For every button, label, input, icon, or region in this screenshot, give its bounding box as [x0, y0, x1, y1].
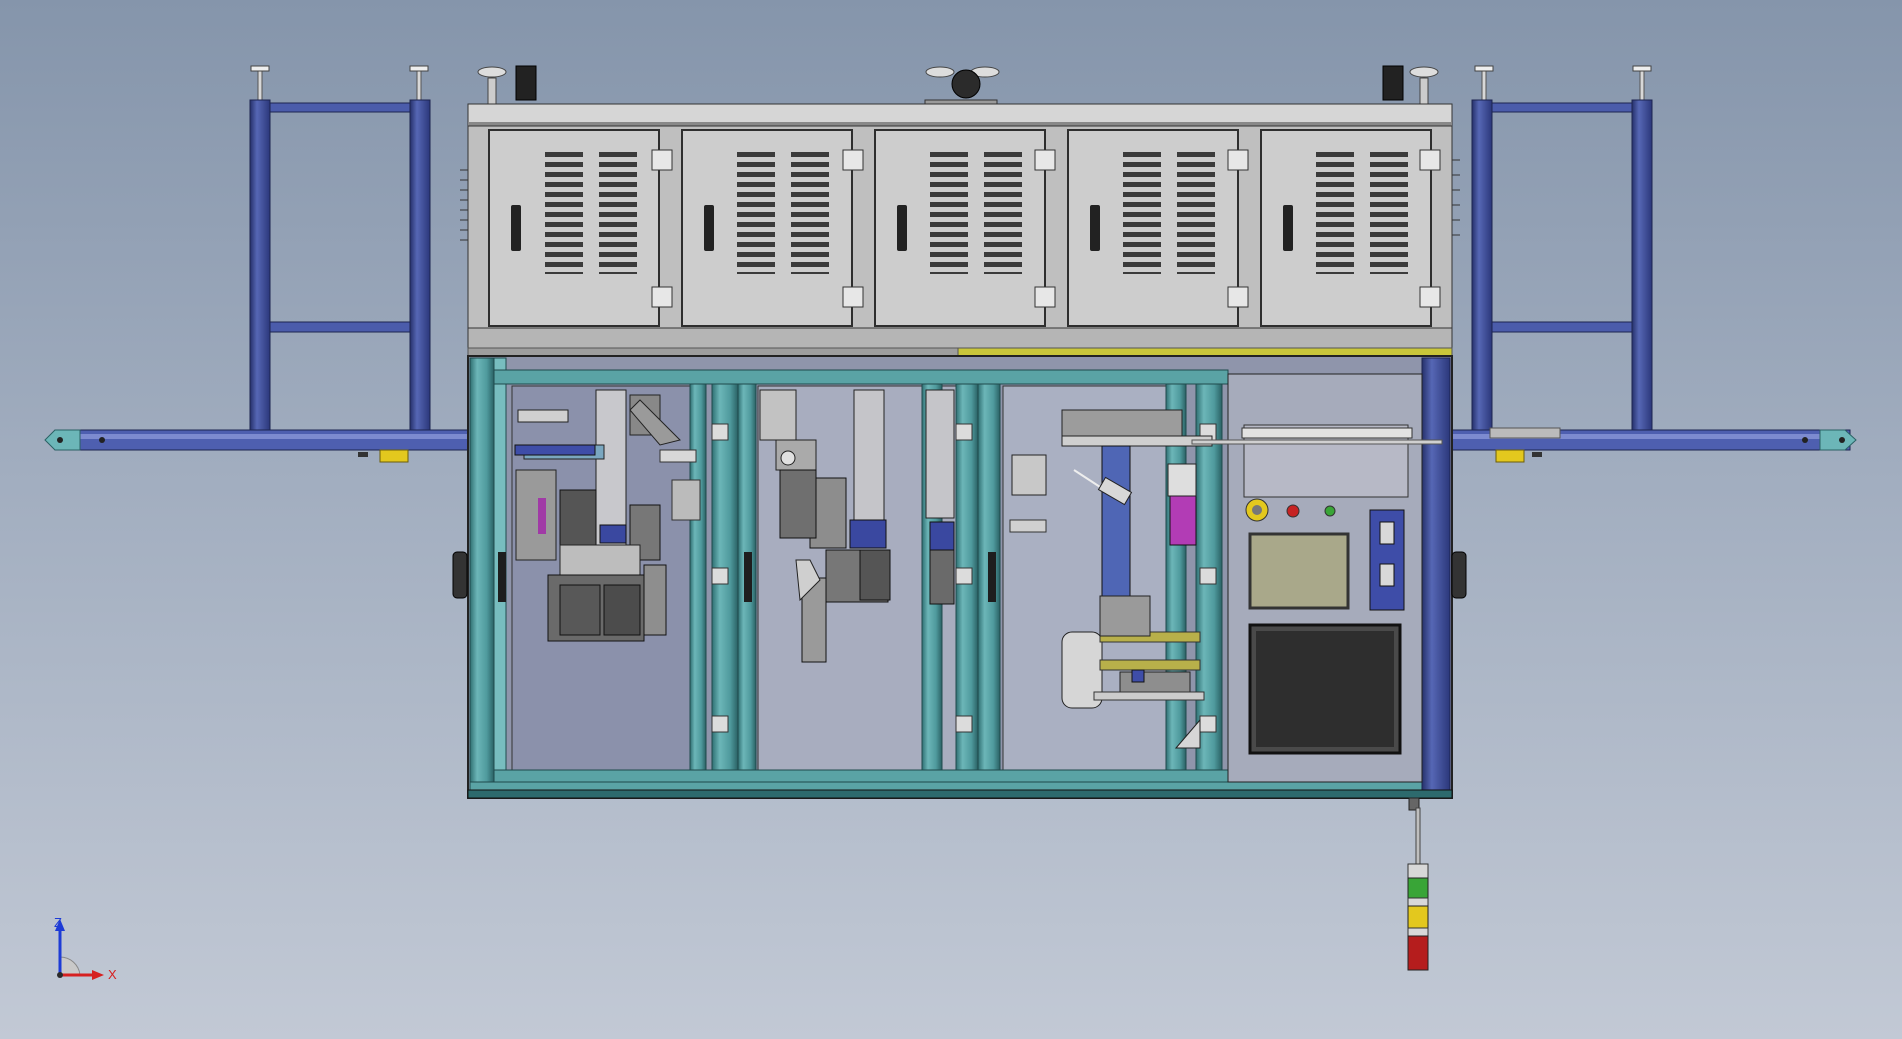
cabinet-door-2 — [681, 129, 864, 327]
operator-control-panel — [1191, 373, 1443, 783]
status-lamp-red — [1286, 504, 1300, 518]
machine-front-view — [44, 65, 1857, 971]
lifting-eye-left — [477, 65, 537, 107]
view-orientation-triad: Z X — [54, 915, 117, 982]
lifting-eye-center — [924, 66, 1000, 109]
cabinet-door-5 — [1260, 129, 1441, 327]
signal-tower-light — [1407, 797, 1429, 971]
cad-viewport[interactable]: Z X — [0, 0, 1902, 1039]
status-lamp-yellow — [1245, 498, 1269, 522]
status-lamp-green — [1324, 505, 1336, 517]
left-conveyor — [44, 65, 471, 463]
selector-switch-panel — [1369, 509, 1405, 611]
cabinet-door-1 — [488, 129, 673, 327]
z-axis-label: Z — [54, 915, 62, 930]
x-axis-label: X — [108, 967, 117, 982]
hmi-touchscreen — [1248, 623, 1402, 755]
lifting-eye-right — [1382, 65, 1439, 107]
label-plate — [1248, 532, 1350, 610]
cabinet-door-3 — [874, 129, 1056, 327]
right-conveyor — [1449, 65, 1857, 463]
upper-electrical-cabinet — [460, 65, 1460, 357]
cabinet-door-4 — [1067, 129, 1249, 327]
